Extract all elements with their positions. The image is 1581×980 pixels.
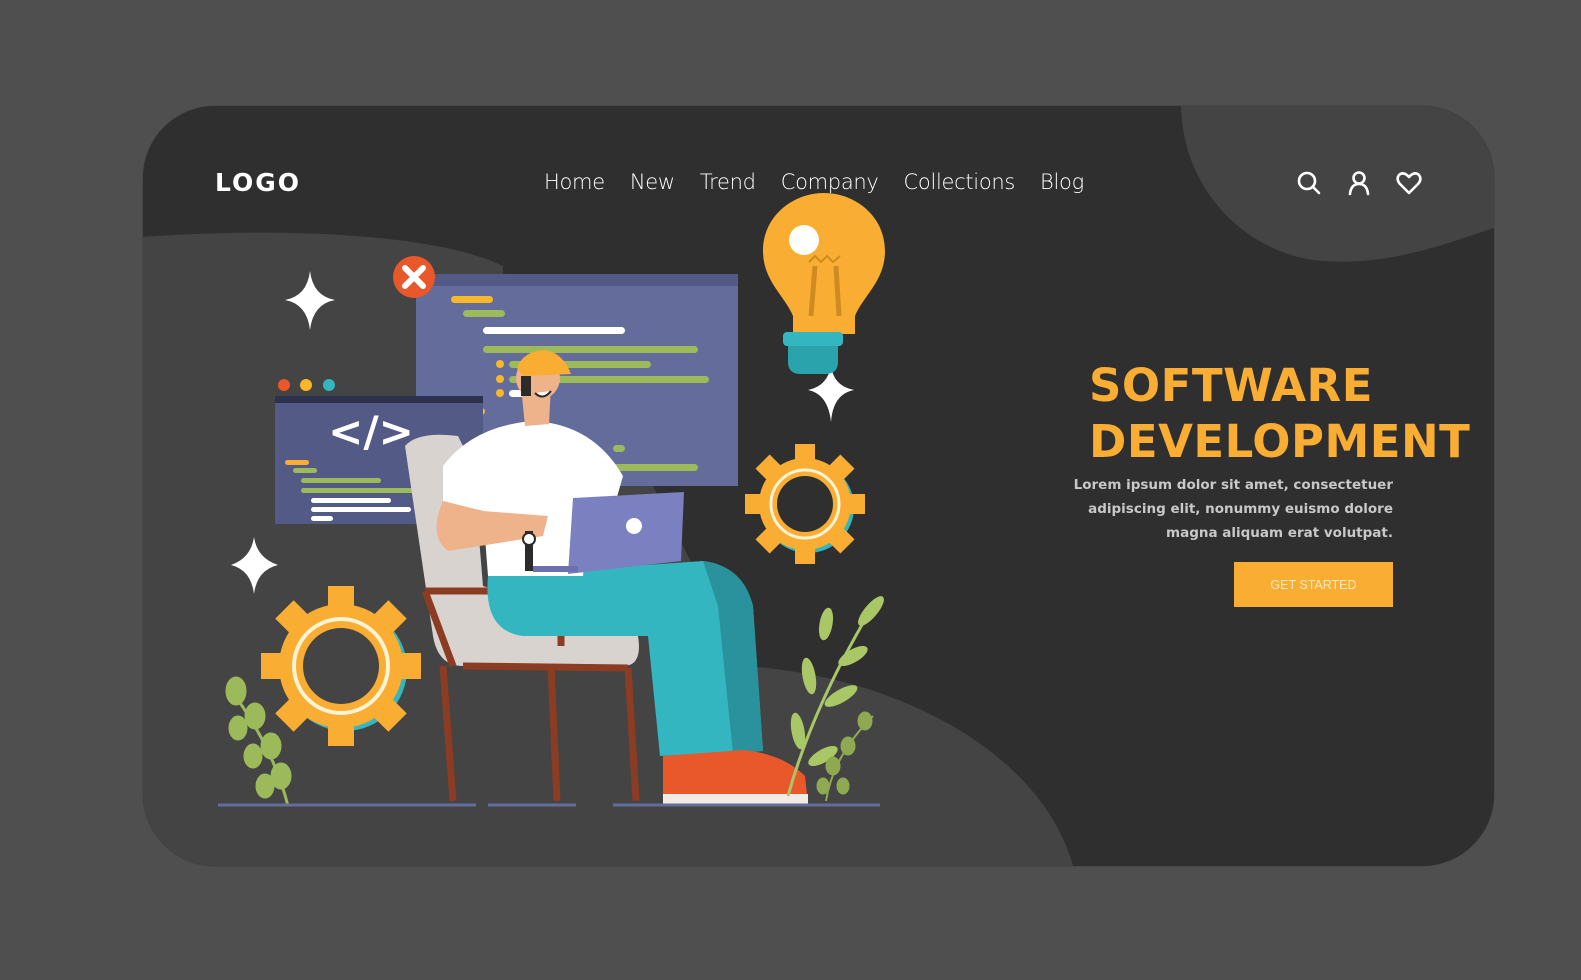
- get-started-button[interactable]: GET STARTED: [1234, 562, 1393, 607]
- heart-icon[interactable]: [1395, 169, 1423, 197]
- main-nav: Home New Trend Company Collections Blog: [544, 170, 1109, 194]
- user-icon[interactable]: [1345, 169, 1373, 197]
- nav-collections[interactable]: Collections: [904, 170, 1016, 194]
- nav-home[interactable]: Home: [544, 170, 605, 194]
- gear-icon: [745, 444, 865, 564]
- logo[interactable]: LOGO: [215, 168, 301, 197]
- nav-new[interactable]: New: [630, 170, 675, 194]
- landing-card: </> LOGO Home New Trend Company Collecti…: [143, 106, 1494, 866]
- lightbulb-icon: [763, 193, 885, 374]
- hero-title: SOFTWARE DEVELOPMENT: [1089, 358, 1470, 470]
- hero-title-line-1: SOFTWARE: [1089, 359, 1373, 412]
- sparkle-icon: [231, 537, 278, 594]
- gear-icon: [261, 586, 421, 746]
- error-close-icon: [393, 256, 435, 298]
- hero-description: Lorem ipsum dolor sit amet, consectetuer…: [1043, 473, 1393, 545]
- plant-icon: [225, 676, 292, 807]
- sparkle-icon: [285, 271, 335, 330]
- nav-trend[interactable]: Trend: [700, 170, 756, 194]
- code-symbol: </>: [328, 407, 414, 456]
- nav-blog[interactable]: Blog: [1040, 170, 1084, 194]
- nav-company[interactable]: Company: [781, 170, 879, 194]
- search-icon[interactable]: [1295, 169, 1323, 197]
- hero-description-line: magna aliquam erat volutpat.: [1166, 525, 1393, 541]
- hero-description-line: Lorem ipsum dolor sit amet, consectetuer: [1073, 477, 1393, 493]
- hero-title-line-2: DEVELOPMENT: [1089, 415, 1471, 468]
- hero-description-line: adipiscing elit, nonummy euismo dolore: [1088, 501, 1393, 517]
- header-icons: [1295, 169, 1423, 197]
